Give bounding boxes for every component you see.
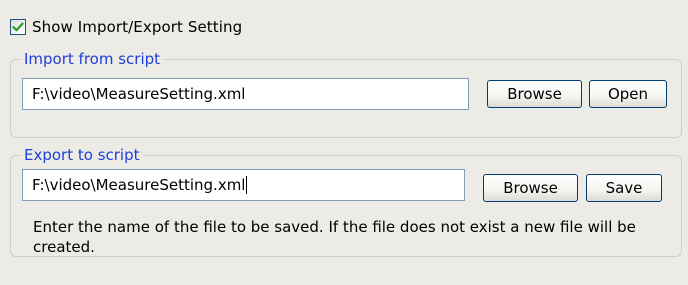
import-browse-button[interactable]: Browse [487,80,582,108]
import-path-input[interactable]: F:\video\MeasureSetting.xml [22,78,469,110]
show-import-export-row[interactable]: Show Import/Export Setting [10,16,242,38]
export-group: Export to script F:\video\MeasureSetting… [10,145,682,257]
checkmark-icon [12,22,24,32]
export-browse-button[interactable]: Browse [483,174,578,202]
export-path-value: F:\video\MeasureSetting.xml [32,176,246,194]
export-hint-text: Enter the name of the file to be saved. … [33,218,636,256]
import-group-legend: Import from script [21,49,164,69]
open-button[interactable]: Open [589,80,667,108]
show-import-export-checkbox[interactable] [10,19,26,35]
import-path-value: F:\video\MeasureSetting.xml [32,85,246,103]
import-group: Import from script F:\video\MeasureSetti… [10,49,682,138]
export-group-legend: Export to script [21,145,143,165]
export-path-input[interactable]: F:\video\MeasureSetting.xml [22,169,465,201]
save-button[interactable]: Save [586,174,662,202]
text-caret [246,176,248,194]
show-import-export-label: Show Import/Export Setting [32,18,243,36]
